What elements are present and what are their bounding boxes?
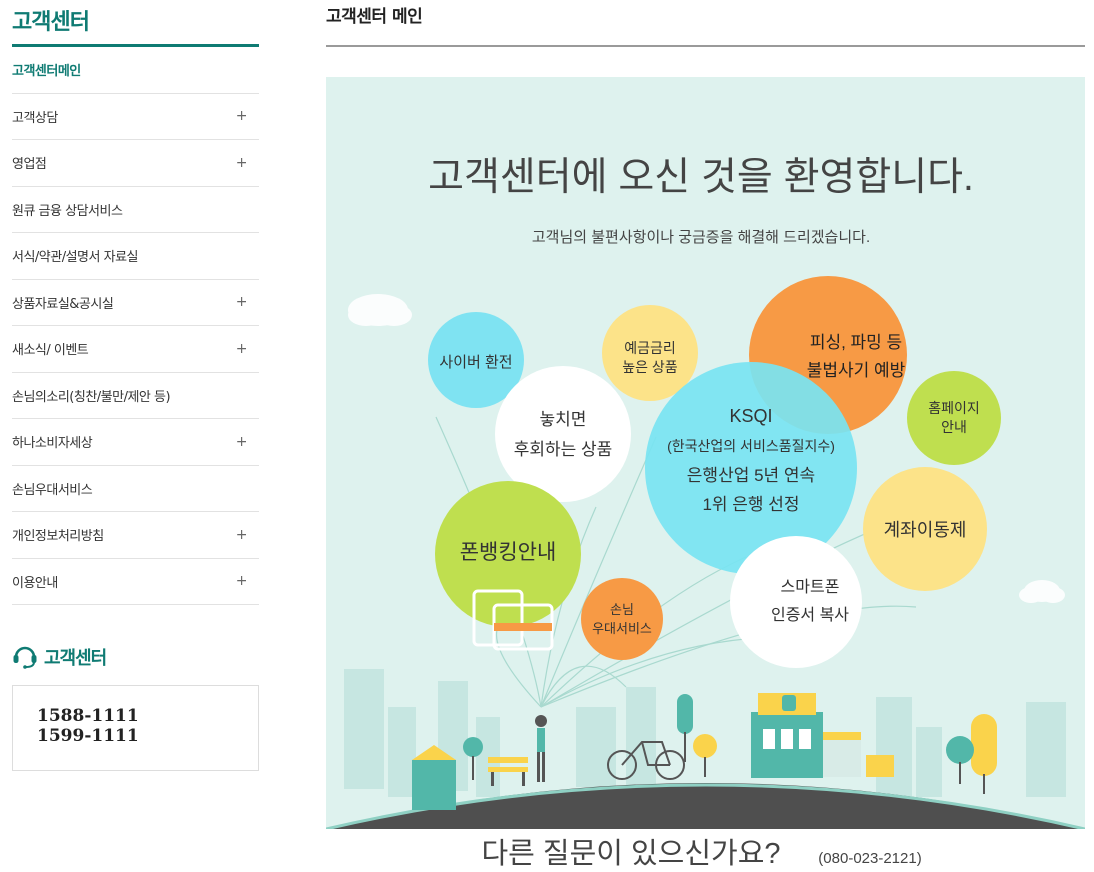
customer-center-title: 고객센터: [44, 648, 107, 669]
phone-number: 1588-1111: [37, 706, 139, 726]
missed-label: 후회하는 상품: [514, 440, 613, 459]
sidebar-menu: 고객센터메인 고객상담 + 영업점 + 원큐 금융 상담서비스 서식/약관/설명서 …: [12, 47, 259, 605]
homepage-label: 홈페이지: [928, 400, 980, 416]
sidebar-item-label: 손님우대서비스: [12, 482, 93, 498]
smartphone-cert-bubble[interactable]: [730, 536, 862, 668]
sidebar-item-forms[interactable]: 서식/약관/설명서 자료실: [12, 233, 259, 280]
sidebar-item-label: 손님의소리(칭찬/불만/제안 등): [12, 389, 171, 405]
sidebar-item-privacy[interactable]: 개인정보처리방침 +: [12, 512, 259, 559]
sidebar-item-news[interactable]: 새소식/ 이벤트 +: [12, 326, 259, 373]
sidebar-item-label: 고객센터메인: [12, 64, 81, 80]
phone-banking-label: 폰뱅킹안내: [460, 541, 557, 564]
question-phone-number: (080-023-2121): [818, 850, 921, 867]
sidebar-item-branch[interactable]: 영업점 +: [12, 140, 259, 187]
sidebar-item-label: 원큐 금융 상담서비스: [12, 203, 123, 219]
vip-service-bubble[interactable]: [581, 578, 663, 660]
sidebar-item-label: 이용안내: [12, 575, 58, 591]
page-title: 고객센터 메인: [326, 0, 1085, 47]
sidebar-item-label: 영업점: [12, 157, 47, 173]
expand-plus-icon[interactable]: +: [236, 341, 248, 357]
sidebar-item-label: 서식/약관/설명서 자료실: [12, 250, 139, 266]
customer-center-banner: 사이버 환전 예금금리 높은 상품 놓치면 후회하는 상품 KSQI (한국산업…: [326, 77, 1085, 872]
sidebar-item-vip-service[interactable]: 손님우대서비스: [12, 466, 259, 512]
sidebar-title: 고객센터: [12, 0, 259, 47]
sidebar-item-oneq-consulting[interactable]: 원큐 금융 상담서비스: [12, 187, 259, 233]
main-content: 고객센터 메인 사이버 환전 예금금리 높은 상품 놓치면 후회하는 상품 KS…: [326, 0, 1085, 872]
sidebar-item-label: 새소식/ 이벤트: [12, 343, 89, 359]
phishing-label: 불법사기 예방: [807, 361, 906, 380]
sidebar-item-label: 하나소비자세상: [12, 436, 93, 452]
sidebar-item-consumer-world[interactable]: 하나소비자세상 +: [12, 419, 259, 466]
smartphone-label: 인증서 복사: [771, 606, 849, 624]
expand-plus-icon[interactable]: +: [236, 573, 248, 589]
vip-label: 우대서비스: [592, 621, 652, 636]
banner-headline: 고객센터에 오신 것을 환영합니다.: [428, 156, 974, 199]
homepage-label: 안내: [941, 419, 967, 435]
expand-plus-icon[interactable]: +: [236, 155, 248, 171]
ksqi-label: KSQI: [729, 406, 772, 426]
sidebar: 고객센터 고객센터메인 고객상담 + 영업점 + 원큐 금융 상담서비스 서식/약관…: [12, 0, 259, 771]
expand-plus-icon[interactable]: +: [236, 294, 248, 310]
ksqi-label: (한국산업의 서비스품질지수): [667, 438, 835, 454]
ksqi-label: 은행산업 5년 연속: [687, 466, 815, 485]
expand-plus-icon[interactable]: +: [236, 434, 248, 450]
sidebar-item-product-archive[interactable]: 상품자료실&공시실 +: [12, 280, 259, 326]
sidebar-item-label: 개인정보처리방침: [12, 529, 104, 545]
sidebar-item-voice[interactable]: 손님의소리(칭찬/불만/제안 등): [12, 373, 259, 419]
sidebar-item-main[interactable]: 고객센터메인: [12, 47, 259, 94]
homepage-guide-bubble[interactable]: [907, 371, 1001, 465]
smartphone-label: 스마트폰: [781, 578, 840, 596]
expand-plus-icon[interactable]: +: [236, 108, 248, 124]
sidebar-item-label: 고객상담: [12, 110, 58, 126]
other-question-text: 다른 질문이 있으신가요?: [481, 838, 780, 870]
sidebar-item-guide[interactable]: 이용안내 +: [12, 559, 259, 605]
vip-label: 손님: [610, 602, 634, 617]
ksqi-label: 1위 은행 선정: [702, 495, 799, 514]
sidebar-item-consulting[interactable]: 고객상담 +: [12, 94, 259, 140]
sidebar-item-label: 상품자료실&공시실: [12, 296, 114, 312]
deposit-label: 높은 상품: [622, 359, 678, 375]
banner-subtitle: 고객님의 불편사항이나 궁금증을 해결해 드리겠습니다.: [532, 229, 870, 246]
phishing-label: 피싱, 파밍 등: [810, 333, 902, 352]
cyber-exchange-label: 사이버 환전: [439, 354, 512, 371]
phone-box: 1588-1111 1599-1111: [12, 685, 259, 771]
customer-center-header: 고객센터: [12, 641, 259, 673]
headset-icon: [13, 646, 37, 669]
expand-plus-icon[interactable]: +: [236, 527, 248, 543]
phone-number: 1599-1111: [37, 726, 139, 746]
deposit-label: 예금금리: [624, 340, 676, 356]
account-transfer-label: 계좌이동제: [884, 520, 967, 540]
missed-label: 놓치면: [540, 410, 587, 429]
